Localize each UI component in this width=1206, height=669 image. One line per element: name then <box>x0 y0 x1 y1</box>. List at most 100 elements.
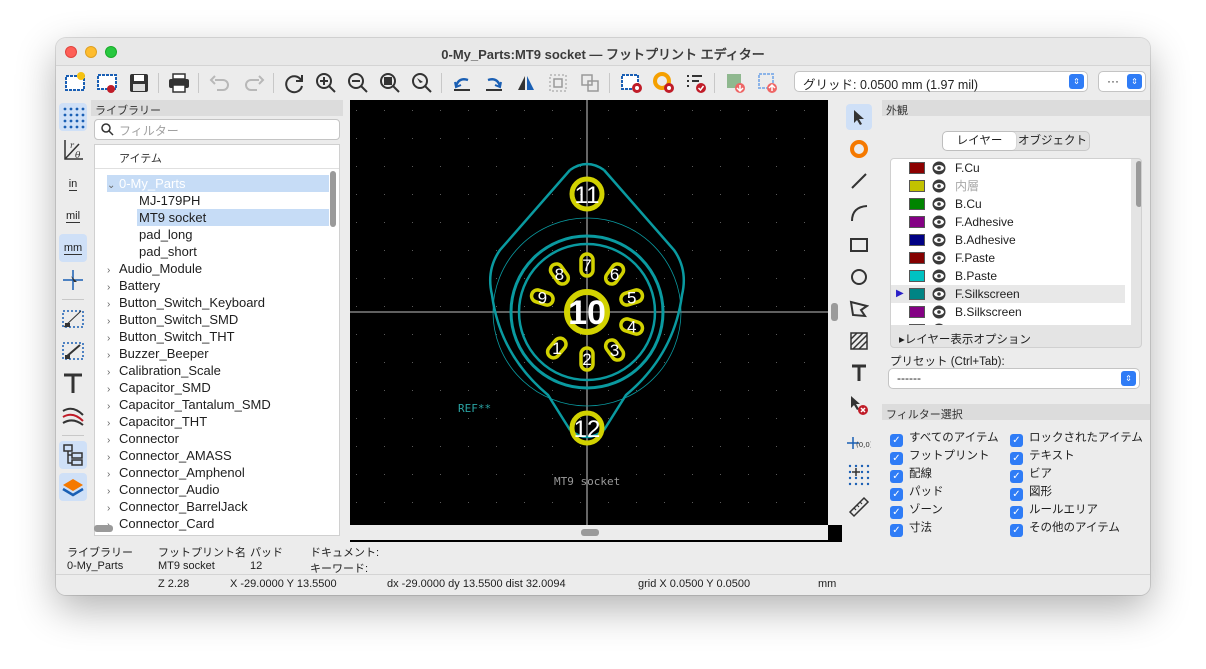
layer-color-swatch[interactable] <box>909 198 925 210</box>
tree-item[interactable]: › Capacitor_THT <box>107 413 207 430</box>
filter-checkbox[interactable]: ✓ すべてのアイテム <box>890 430 999 447</box>
layer-list-scrollbar[interactable] <box>1136 161 1141 207</box>
rotate-ccw-button[interactable] <box>448 69 476 97</box>
draw-arc-button[interactable] <box>846 200 872 226</box>
set-grid-origin-button[interactable] <box>846 462 872 488</box>
align-button[interactable] <box>544 69 572 97</box>
show-appearance-button[interactable] <box>59 473 87 501</box>
layer-color-swatch[interactable] <box>909 306 925 318</box>
mirror-button[interactable] <box>512 69 540 97</box>
filter-checkbox[interactable]: ✓ 図形 <box>1010 484 1052 501</box>
layer-color-swatch[interactable] <box>909 288 925 300</box>
filter-checkbox[interactable]: ✓ パッド <box>890 484 944 501</box>
layer-color-swatch[interactable] <box>909 252 925 264</box>
tree-item[interactable]: › Battery <box>107 277 160 294</box>
tree-item[interactable]: pad_short <box>139 243 197 260</box>
filter-checkbox[interactable]: ✓ テキスト <box>1010 448 1075 465</box>
filter-checkbox[interactable]: ✓ 配線 <box>890 466 932 483</box>
polar-coords-button[interactable]: θr <box>59 136 87 164</box>
tree-item[interactable]: › Connector_Amphenol <box>107 464 245 481</box>
select-tool-button[interactable] <box>846 104 872 130</box>
filter-checkbox[interactable]: ✓ その他のアイテム <box>1010 520 1120 537</box>
units-mil-button[interactable]: mil <box>59 202 87 230</box>
units-mm-button[interactable]: mm <box>59 234 87 262</box>
layer-color-swatch[interactable] <box>909 324 925 325</box>
tree-scrollbar[interactable] <box>330 171 336 227</box>
tree-item[interactable]: › Calibration_Scale <box>107 362 221 379</box>
layer-row[interactable]: B.Cu <box>891 195 1125 213</box>
redo-button[interactable] <box>240 69 268 97</box>
layer-row[interactable]: B.Silkscreen <box>891 303 1125 321</box>
tree-item[interactable]: › Button_Switch_THT <box>107 328 235 345</box>
filter-checkbox[interactable]: ✓ ビア <box>1010 466 1052 483</box>
add-pad-button[interactable] <box>846 136 872 162</box>
eye-icon[interactable] <box>931 323 947 325</box>
check-footprint-button[interactable] <box>682 69 710 97</box>
layer-row[interactable]: F.Paste <box>891 249 1125 267</box>
layer-color-swatch[interactable] <box>909 162 925 174</box>
show-library-tree-button[interactable] <box>59 441 87 469</box>
filter-checkbox[interactable]: ✓ ゾーン <box>890 502 943 519</box>
canvas-hscroll-thumb[interactable] <box>581 529 599 536</box>
create-footprint-button[interactable] <box>93 69 121 97</box>
tree-item[interactable]: ›Connector_Card <box>107 515 214 532</box>
layer-color-swatch[interactable] <box>909 234 925 246</box>
preset-select[interactable]: ------ ⇕ <box>888 368 1140 389</box>
tree-item[interactable]: › Capacitor_Tantalum_SMD <box>107 396 271 413</box>
library-tree[interactable]: アイテム ⌄ 0-My_Parts MJ-179PH MT9 socket pad… <box>94 144 340 536</box>
layer-color-swatch[interactable] <box>909 180 925 192</box>
print-button[interactable] <box>165 69 193 97</box>
tree-item[interactable]: › Connector <box>107 430 179 447</box>
layer-row[interactable]: ▶ F.Silkscreen <box>891 285 1125 303</box>
filter-checkbox[interactable]: ✓ 寸法 <box>890 520 932 537</box>
tree-item[interactable]: MJ-179PH <box>139 192 200 209</box>
draw-polygon-button[interactable] <box>846 296 872 322</box>
tree-hscrollbar[interactable] <box>94 525 113 532</box>
add-text-button[interactable] <box>846 360 872 386</box>
zoom-selection-button[interactable] <box>408 69 436 97</box>
tree-item[interactable]: › Connector_AMASS <box>107 447 232 464</box>
tab-objects[interactable]: オブジェクト <box>1016 132 1089 150</box>
filter-checkbox[interactable]: ✓ ルールエリア <box>1010 502 1098 519</box>
layer-row[interactable]: F.Adhesive <box>891 213 1125 231</box>
layer-color-swatch[interactable] <box>909 270 925 282</box>
tree-item[interactable]: › Connector_Audio <box>107 481 219 498</box>
layer-row[interactable]: F.Cu <box>891 159 1125 177</box>
grid-toggle-button[interactable] <box>59 103 87 131</box>
load-from-board-button[interactable] <box>722 69 750 97</box>
tree-item[interactable]: › Buzzer_Beeper <box>107 345 209 362</box>
draw-circle-button[interactable] <box>846 264 872 290</box>
cursor-crosshair-button[interactable] <box>59 266 87 294</box>
high-contrast-button[interactable] <box>59 401 87 429</box>
tab-layers[interactable]: レイヤー <box>943 132 1016 150</box>
ungroup-button[interactable] <box>576 69 604 97</box>
zoom-in-button[interactable] <box>312 69 340 97</box>
tree-item-selected[interactable]: MT9 socket <box>137 209 329 226</box>
canvas-vscroll-track[interactable] <box>828 100 842 525</box>
save-button[interactable] <box>125 69 153 97</box>
tree-item-0-my-parts[interactable]: ⌄ 0-My_Parts <box>107 175 329 192</box>
undo-button[interactable] <box>206 69 234 97</box>
show-graphics-outline-button[interactable] <box>59 337 87 365</box>
filter-checkbox[interactable]: ✓ ロックされたアイテム <box>1010 430 1143 447</box>
footprint-properties-button[interactable] <box>618 69 646 97</box>
layer-color-swatch[interactable] <box>909 216 925 228</box>
units-inch-button[interactable]: in <box>59 170 87 198</box>
insert-to-board-button[interactable] <box>754 69 782 97</box>
tree-item[interactable]: › Connector_BarrelJack <box>107 498 248 515</box>
refresh-button[interactable] <box>280 69 308 97</box>
layer-row[interactable]: F.Mask <box>891 321 1125 325</box>
measure-tool-button[interactable] <box>846 494 872 520</box>
tree-item[interactable]: › Button_Switch_SMD <box>107 311 238 328</box>
layer-row[interactable]: B.Paste <box>891 267 1125 285</box>
grid-select[interactable]: グリッド: 0.0500 mm (1.97 mil) ⇕ <box>794 71 1088 92</box>
zoom-fit-button[interactable] <box>376 69 404 97</box>
layer-list[interactable]: F.Cu 内層 B.Cu F.Adhesive B.Adhesive F.Paste B.P… <box>891 159 1131 325</box>
show-text-outline-button[interactable] <box>59 369 87 397</box>
draw-zone-button[interactable] <box>846 328 872 354</box>
draw-line-button[interactable] <box>846 168 872 194</box>
set-anchor-button[interactable]: (0,0) <box>846 430 872 456</box>
tree-item[interactable]: › Capacitor_SMD <box>107 379 211 396</box>
draw-rectangle-button[interactable] <box>846 232 872 258</box>
tree-item[interactable]: › Button_Switch_Keyboard <box>107 294 265 311</box>
